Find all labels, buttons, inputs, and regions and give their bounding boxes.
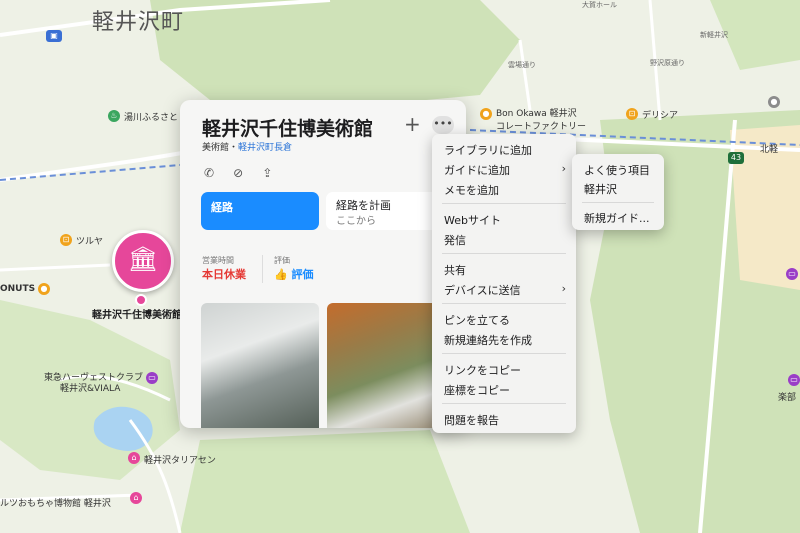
context-menu: ライブラリに追加 ガイドに追加 › メモを追加 Webサイト 発信 共有 デバイ… [432, 134, 576, 433]
chevron-right-icon: › [561, 282, 566, 295]
onsen-icon[interactable]: ♨ [108, 110, 120, 122]
pin-label: 軽井沢千住博美術館 [92, 310, 182, 321]
map-label-kumoba: 雲場通り [508, 61, 536, 69]
menu-separator [442, 303, 566, 304]
misc-poi-icon[interactable]: ● [768, 96, 780, 108]
compass-icon[interactable]: ⊘ [233, 166, 243, 180]
route-button-label: 経路 [211, 201, 233, 214]
place-subtitle: 美術館・軽井沢町長倉 [202, 140, 292, 153]
map-label-gakubu[interactable]: 楽部 [778, 390, 796, 403]
map-label-omocha[interactable]: ルツおもちゃ博物館 軽井沢 [0, 496, 111, 509]
menu-separator [442, 203, 566, 204]
hotel-icon-3[interactable]: ▭ [788, 374, 800, 386]
place-category: 美術館 [202, 143, 230, 153]
menu-separator [442, 253, 566, 254]
food-icon[interactable]: ● [38, 283, 50, 295]
place-card: 軽井沢千住博美術館 美術館・軽井沢町長倉 + ••• ✆ ⊘ ⇪ 経路 経路を計… [180, 100, 466, 428]
map-label-yugawa[interactable]: 湯川ふるさと [124, 110, 178, 123]
menu-item-add-memo[interactable]: メモを追加 [444, 182, 499, 198]
phone-icon[interactable]: ✆ [204, 166, 214, 180]
pin-anchor-dot [135, 294, 147, 306]
card-action-icons: ✆ ⊘ ⇪ [204, 162, 286, 181]
hours-value: 本日休業 [202, 268, 246, 281]
museum-small-icon-2[interactable]: ⌂ [130, 492, 142, 504]
route-button[interactable]: 経路 [201, 192, 319, 230]
museum-icon: 🏛 [127, 245, 159, 273]
hours-header: 営業時間 [202, 256, 234, 265]
map-label-tsuruya[interactable]: ツルヤ [76, 234, 103, 247]
place-title: 軽井沢千住博美術館 [202, 118, 374, 140]
map-label-onuts[interactable]: ONUTS [0, 284, 35, 294]
shopping-cart-icon[interactable]: ⊡ [60, 234, 72, 246]
menu-separator [442, 403, 566, 404]
info-divider [262, 255, 263, 283]
place-location-link[interactable]: 軽井沢町長倉 [238, 143, 292, 153]
train-station-icon[interactable]: ▣ [46, 30, 62, 42]
rating-value: 評価 [291, 268, 314, 281]
menu-item-new-contact[interactable]: 新規連絡先を作成 [444, 332, 532, 348]
map-label-delicia[interactable]: デリシア [642, 108, 678, 121]
map-label-bonokawa[interactable]: Bon Okawa 軽井沢 [496, 106, 577, 119]
map-label-kitakaruizawa[interactable]: 北軽 [760, 142, 778, 155]
rating-header: 評価 [274, 256, 290, 265]
more-button[interactable]: ••• [432, 116, 454, 134]
menu-item-website[interactable]: Webサイト [444, 212, 501, 228]
selected-museum-pin[interactable]: 🏛 [112, 230, 174, 292]
thumbs-up-icon: 👍 [274, 268, 288, 281]
hotel-icon[interactable]: ▭ [146, 372, 158, 384]
menu-item-copy-link[interactable]: リンクをコピー [444, 362, 521, 378]
map-label-ohga: 大賀ホール [582, 1, 617, 9]
map-city-label: 軽井沢町 [92, 10, 185, 35]
place-subtitle-separator: ・ [229, 143, 239, 153]
shopping-cart-icon-2[interactable]: ⊡ [626, 108, 638, 120]
road-shield-icon: 43 [728, 152, 744, 164]
menu-item-drop-pin[interactable]: ピンを立てる [444, 312, 510, 328]
rating-button[interactable]: 👍 評価 [274, 266, 314, 282]
share-icon[interactable]: ⇪ [262, 166, 272, 180]
guide-submenu: よく使う項目 軽井沢 新規ガイド... [572, 154, 664, 230]
menu-separator [582, 202, 654, 203]
menu-item-send-to-device[interactable]: デバイスに送信 [444, 282, 521, 298]
submenu-item-karuizawa[interactable]: 軽井沢 [584, 181, 617, 197]
museum-small-icon[interactable]: ⌂ [128, 452, 140, 464]
add-icon[interactable]: + [404, 112, 421, 136]
food-icon-2[interactable]: ● [480, 108, 492, 120]
menu-item-call[interactable]: 発信 [444, 232, 466, 248]
map-label-nozawa: 野沢原通り [650, 59, 685, 67]
map-label-bonokawa2[interactable]: コレートファクトリー [496, 119, 586, 132]
menu-item-report-issue[interactable]: 問題を報告 [444, 412, 499, 428]
chevron-right-icon: › [561, 162, 566, 175]
map-label-taliesin[interactable]: 軽井沢タリアセン [144, 453, 216, 466]
plan-route-label: 経路を計画 [336, 199, 391, 212]
plan-route-sublabel: ここから [336, 216, 376, 227]
menu-item-copy-coordinates[interactable]: 座標をコピー [444, 382, 510, 398]
photo-1[interactable] [201, 303, 319, 428]
menu-separator [442, 353, 566, 354]
hotel-icon-2[interactable]: ▭ [786, 268, 798, 280]
submenu-item-new-guide[interactable]: 新規ガイド... [584, 210, 650, 226]
map-label-shinjin: 新軽井沢 [700, 31, 728, 39]
map-label-tokyu2[interactable]: 軽井沢&VIALA [60, 381, 120, 394]
menu-item-add-guide[interactable]: ガイドに追加 [444, 162, 510, 178]
menu-item-share[interactable]: 共有 [444, 262, 466, 278]
menu-item-add-library[interactable]: ライブラリに追加 [444, 142, 532, 158]
submenu-item-favorites[interactable]: よく使う項目 [584, 162, 650, 178]
